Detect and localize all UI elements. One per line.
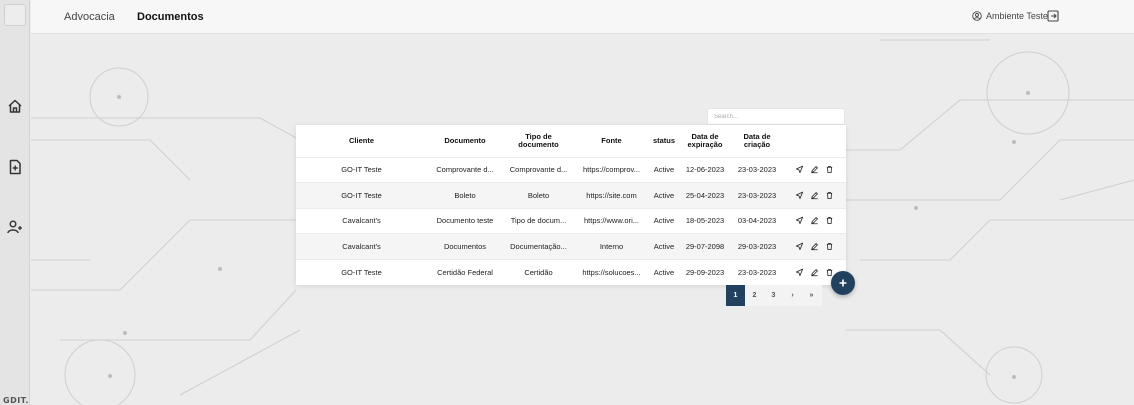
user-name: Ambiente Teste (986, 11, 1048, 21)
sidebar: GDIT. (0, 0, 30, 405)
documents-table: Cliente Documento Tipo de documento Font… (296, 125, 846, 285)
header-actions (783, 125, 846, 157)
add-document-button[interactable] (831, 271, 855, 295)
send-icon[interactable] (795, 216, 804, 225)
cell-data-criacao: 29-03-2023 (731, 233, 783, 260)
header-fonte[interactable]: Fonte (574, 125, 649, 157)
cell-cliente: GO-IT Teste (296, 258, 427, 285)
cell-tipo-documento: Certidão (503, 258, 574, 285)
cell-data-criacao: 23-03-2023 (731, 156, 783, 183)
cell-fonte: https://www.ori... (574, 207, 649, 234)
cell-status: Active (649, 233, 679, 260)
cell-documento: Certidão Federal (427, 258, 503, 285)
page-1-button[interactable]: 1 (726, 285, 745, 306)
documents-table-card: Cliente Documento Tipo de documento Font… (296, 125, 846, 285)
table-row[interactable]: Cavalcant's Documento teste Tipo de docum.… (296, 207, 846, 234)
page-2-button[interactable]: 2 (745, 285, 764, 306)
cell-actions (783, 233, 846, 260)
header-status[interactable]: status (649, 125, 679, 157)
cell-fonte: Interno (574, 233, 649, 260)
cell-documento: Documentos (427, 233, 503, 260)
table-row[interactable]: GO-IT Teste Comprovante d... Comprovante d… (296, 156, 846, 183)
table-row[interactable]: GO-IT Teste Boleto Boleto https://site.com A… (296, 182, 846, 209)
cell-data-criacao: 03-04-2023 (731, 207, 783, 234)
send-icon[interactable] (795, 268, 804, 277)
header-cliente[interactable]: Cliente (296, 125, 427, 157)
breadcrumb-documentos[interactable]: Documentos (137, 11, 204, 23)
cell-cliente: GO-IT Teste (296, 156, 427, 183)
cell-documento: Comprovante d... (427, 156, 503, 183)
search-input[interactable] (707, 108, 845, 125)
delete-icon[interactable] (825, 242, 834, 251)
cell-documento: Documento teste (427, 207, 503, 234)
document-add-icon[interactable] (6, 158, 24, 176)
cell-status: Active (649, 258, 679, 285)
cell-status: Active (649, 182, 679, 209)
cell-cliente: Cavalcant's (296, 207, 427, 234)
send-icon[interactable] (795, 191, 804, 200)
delete-icon[interactable] (825, 191, 834, 200)
breadcrumb-advocacia[interactable]: Advocacia (64, 11, 115, 23)
logout-icon[interactable] (1046, 9, 1060, 23)
header-documento[interactable]: Documento (427, 125, 503, 157)
cell-data-expiracao: 29-09-2023 (679, 258, 731, 285)
cell-tipo-documento: Tipo de docum... (503, 207, 574, 234)
cell-data-expiracao: 18-05-2023 (679, 207, 731, 234)
cell-actions (783, 182, 846, 209)
cell-fonte: https://comprov... (574, 156, 649, 183)
cell-data-criacao: 23-03-2023 (731, 258, 783, 285)
delete-icon[interactable] (825, 165, 834, 174)
cell-cliente: Cavalcant's (296, 233, 427, 260)
page-3-button[interactable]: 3 (764, 285, 783, 306)
cell-tipo-documento: Documentação... (503, 233, 574, 260)
send-icon[interactable] (795, 165, 804, 174)
cell-data-expiracao: 29-07-2098 (679, 233, 731, 260)
table-header-row: Cliente Documento Tipo de documento Font… (296, 125, 846, 157)
cell-tipo-documento: Comprovante d... (503, 156, 574, 183)
table-row[interactable]: Cavalcant's Documentos Documentação... Inte… (296, 233, 846, 260)
edit-icon[interactable] (810, 165, 819, 174)
edit-icon[interactable] (810, 268, 819, 277)
edit-icon[interactable] (810, 216, 819, 225)
plus-icon (839, 279, 847, 287)
cell-fonte: https://solucoes... (574, 258, 649, 285)
table-row[interactable]: GO-IT Teste Certidão Federal Certidão https… (296, 258, 846, 285)
header-tipo-documento[interactable]: Tipo de documento (503, 125, 574, 157)
top-bar: Advocacia Documentos Ambiente Teste (31, 0, 1134, 34)
cell-fonte: https://site.com (574, 182, 649, 209)
user-circle-icon (972, 11, 982, 21)
cell-documento: Boleto (427, 182, 503, 209)
edit-icon[interactable] (810, 242, 819, 251)
last-page-button[interactable]: » (802, 285, 821, 306)
delete-icon[interactable] (825, 216, 834, 225)
brand-logo: GDIT. (3, 396, 29, 405)
header-data-criacao[interactable]: Data de criação (731, 125, 783, 157)
cell-tipo-documento: Boleto (503, 182, 574, 209)
user-menu[interactable]: Ambiente Teste (972, 11, 1048, 21)
pagination: 1 2 3 › » (726, 285, 822, 306)
next-page-button[interactable]: › (783, 285, 802, 306)
cell-status: Active (649, 156, 679, 183)
home-icon[interactable] (6, 97, 24, 115)
cell-data-expiracao: 12-06-2023 (679, 156, 731, 183)
send-icon[interactable] (795, 242, 804, 251)
cell-actions (783, 207, 846, 234)
user-add-icon[interactable] (6, 218, 24, 236)
cell-actions (783, 156, 846, 183)
cell-data-expiracao: 25-04-2023 (679, 182, 731, 209)
cell-cliente: GO-IT Teste (296, 182, 427, 209)
sidebar-toggle[interactable] (4, 4, 26, 26)
edit-icon[interactable] (810, 191, 819, 200)
cell-status: Active (649, 207, 679, 234)
cell-data-criacao: 23-03-2023 (731, 182, 783, 209)
header-data-expiracao[interactable]: Data de expiração (679, 125, 731, 157)
